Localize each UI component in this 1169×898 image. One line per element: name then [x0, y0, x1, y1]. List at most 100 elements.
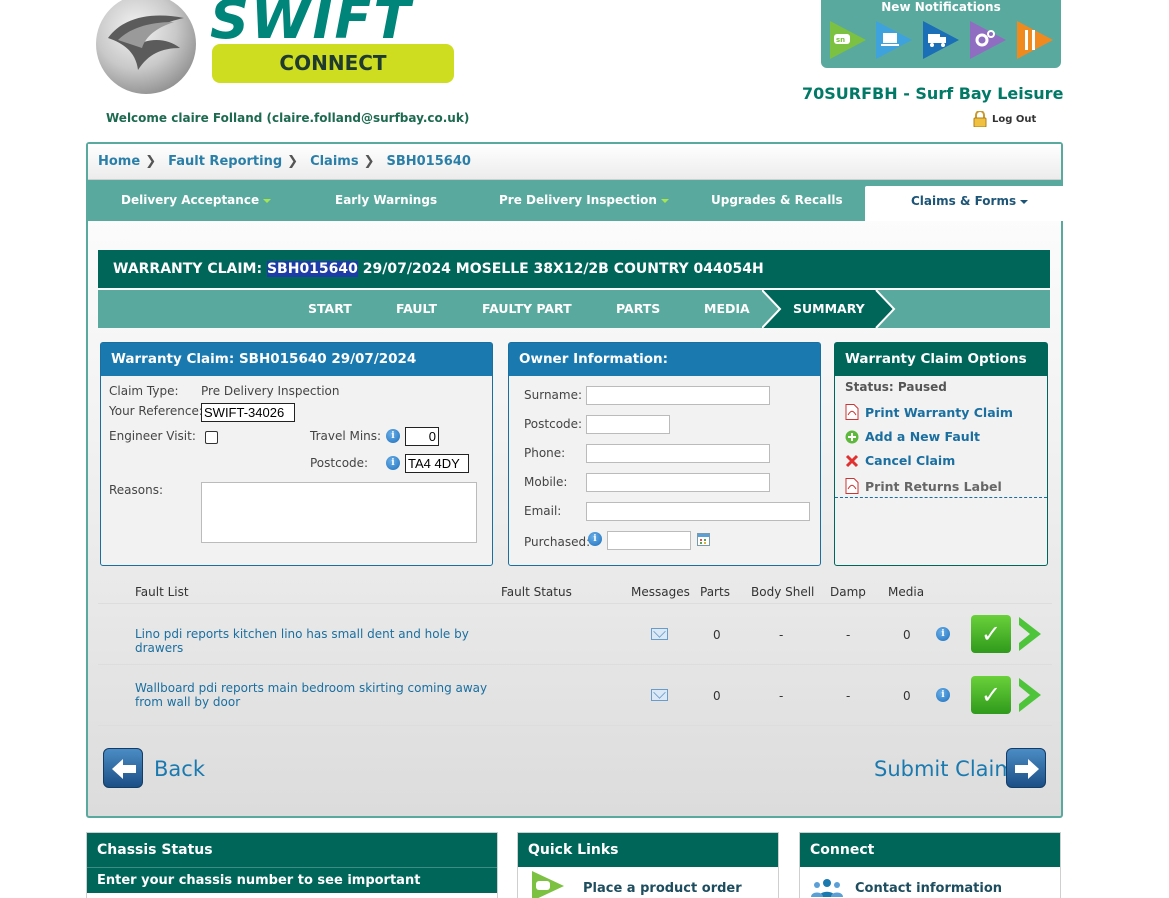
message-envelope-icon[interactable] [651, 628, 668, 640]
purchased-date-input[interactable] [607, 531, 691, 550]
warranty-claim-options-panel: Warranty Claim Options Status: Paused Pr… [834, 342, 1048, 566]
travel-mins-input[interactable]: 0 [405, 427, 439, 446]
step-summary[interactable]: SUMMARY [793, 290, 865, 328]
logout-label: Log Out [992, 113, 1037, 125]
postcode-input[interactable]: TA4 4DY [405, 454, 469, 473]
approve-fault-button[interactable]: ✓ [971, 615, 1011, 653]
body-shell-value: - [779, 628, 784, 642]
surname-input[interactable] [586, 386, 770, 405]
caret-down-icon [263, 198, 272, 203]
owner-panel-title: Owner Information: [509, 343, 820, 376]
quick-links-title: Quick Links [518, 833, 778, 867]
warranty-claim-panel: Warranty Claim: SBH015640 29/07/2024 Cla… [100, 342, 493, 566]
step-start[interactable]: START [308, 290, 352, 328]
info-icon[interactable]: i [588, 532, 602, 546]
messages-col: Messages [631, 585, 690, 599]
step-parts[interactable]: PARTS [616, 290, 660, 328]
tools-icon[interactable] [1013, 19, 1055, 61]
owner-postcode-label: Postcode: [524, 417, 583, 431]
breadcrumb-fault-reporting[interactable]: Fault Reporting ❯ [168, 154, 298, 169]
table-row: Lino pdi reports kitchen lino has small … [98, 604, 1052, 665]
option-label: Cancel Claim [865, 453, 956, 468]
add-new-fault-link[interactable]: Add a New Fault [845, 429, 980, 444]
info-icon[interactable]: i [386, 456, 400, 470]
step-faulty-part[interactable]: FAULTY PART [482, 290, 572, 328]
submit-claim-button[interactable] [1006, 748, 1046, 788]
nav-label: Upgrades & Recalls [711, 193, 843, 207]
nav-delivery-acceptance[interactable]: Delivery Acceptance [121, 180, 272, 221]
print-warranty-claim-link[interactable]: Print Warranty Claim [845, 404, 1013, 420]
claim-header: WARRANTY CLAIM: SBH015640 29/07/2024 MOS… [98, 250, 1050, 288]
nav-claims-forms[interactable]: Claims & Forms [865, 186, 1075, 221]
contact-information-link[interactable]: Contact information [855, 881, 1002, 896]
dealer-name: 70SURFBH - Surf Bay Leisure [802, 84, 1064, 103]
reference-input[interactable]: SWIFT-34026 [201, 403, 295, 422]
parts-count: 0 [713, 689, 721, 703]
engineer-visit-label: Engineer Visit: [109, 429, 196, 443]
claim-number: SBH015640 [266, 261, 358, 277]
gears-icon[interactable] [966, 19, 1008, 61]
nav-label: Claims & Forms [911, 194, 1017, 208]
engineer-visit-checkbox[interactable] [205, 431, 218, 444]
phone-input[interactable] [586, 444, 770, 463]
main-nav: Delivery Acceptance Early Warnings Pre D… [88, 180, 1075, 221]
add-circle-icon [845, 430, 859, 443]
claim-type-label: Claim Type: [109, 384, 179, 398]
nav-upgrades-recalls[interactable]: Upgrades & Recalls [711, 180, 843, 221]
nav-early-warnings[interactable]: Early Warnings [335, 180, 437, 221]
place-product-order-link[interactable]: Place a product order [583, 881, 742, 896]
calendar-icon[interactable] [697, 533, 710, 546]
breadcrumb-claims[interactable]: Claims ❯ [310, 154, 374, 169]
step-media[interactable]: MEDIA [704, 290, 750, 328]
breadcrumb-label: SBH015640 [386, 154, 471, 169]
damp-value: - [846, 628, 851, 642]
info-icon[interactable]: i [386, 429, 400, 443]
fault-description-link[interactable]: Wallboard pdi reports main bedroom skirt… [135, 681, 495, 709]
back-button[interactable] [103, 748, 143, 788]
nav-pre-delivery-inspection[interactable]: Pre Delivery Inspection [499, 180, 669, 221]
caravan-icon[interactable]: sn [826, 19, 868, 61]
message-envelope-icon[interactable] [651, 689, 668, 701]
reasons-textarea[interactable] [201, 482, 477, 543]
laptop-icon[interactable] [872, 19, 914, 61]
info-icon[interactable]: i [936, 688, 950, 702]
owner-postcode-input[interactable] [586, 415, 670, 434]
cancel-claim-link[interactable]: Cancel Claim [845, 453, 955, 468]
info-icon[interactable]: i [936, 627, 950, 641]
breadcrumb-current[interactable]: SBH015640 [386, 154, 470, 169]
mobile-input[interactable] [586, 473, 770, 492]
approve-fault-button[interactable]: ✓ [971, 676, 1011, 714]
email-label: Email: [524, 504, 562, 518]
step-fault[interactable]: FAULT [396, 290, 437, 328]
options-divider [835, 497, 1047, 498]
parts-col: Parts [700, 585, 730, 599]
table-row: Wallboard pdi reports main bedroom skirt… [98, 665, 1052, 726]
email-input[interactable] [586, 502, 810, 521]
lock-icon [973, 111, 987, 127]
option-label: Add a New Fault [865, 429, 980, 444]
breadcrumb-home[interactable]: Home ❯ [98, 154, 156, 169]
caret-down-icon [1020, 199, 1029, 204]
back-label[interactable]: Back [154, 757, 205, 781]
option-label: Print Warranty Claim [865, 404, 1013, 420]
postcode-label: Postcode: [310, 456, 369, 470]
fault-description-link[interactable]: Lino pdi reports kitchen lino has small … [135, 627, 495, 655]
arrow-left-icon [112, 759, 136, 779]
fault-status-col: Fault Status [501, 585, 572, 599]
chassis-status-title: Chassis Status [87, 833, 497, 867]
truck-icon[interactable] [919, 19, 961, 61]
breadcrumb-label: Claims [310, 154, 359, 169]
body-shell-value: - [779, 689, 784, 703]
pdf-icon [845, 404, 859, 420]
notifications-panel: New Notifications sn [821, 0, 1061, 68]
logout-link[interactable]: Log Out [973, 111, 1036, 127]
owner-information-panel: Owner Information: Surname: Postcode: Ph… [508, 342, 821, 566]
phone-label: Phone: [524, 446, 566, 460]
notifications-title: New Notifications [881, 0, 1001, 14]
submit-claim-label[interactable]: Submit Claim [874, 757, 1015, 781]
chevron-right-icon[interactable] [1015, 676, 1045, 714]
options-panel-title: Warranty Claim Options [835, 343, 1047, 376]
print-returns-label-link[interactable]: Print Returns Label [845, 478, 1002, 494]
connect-logo-badge: CONNECT [212, 44, 454, 83]
chevron-right-icon[interactable] [1015, 615, 1045, 653]
